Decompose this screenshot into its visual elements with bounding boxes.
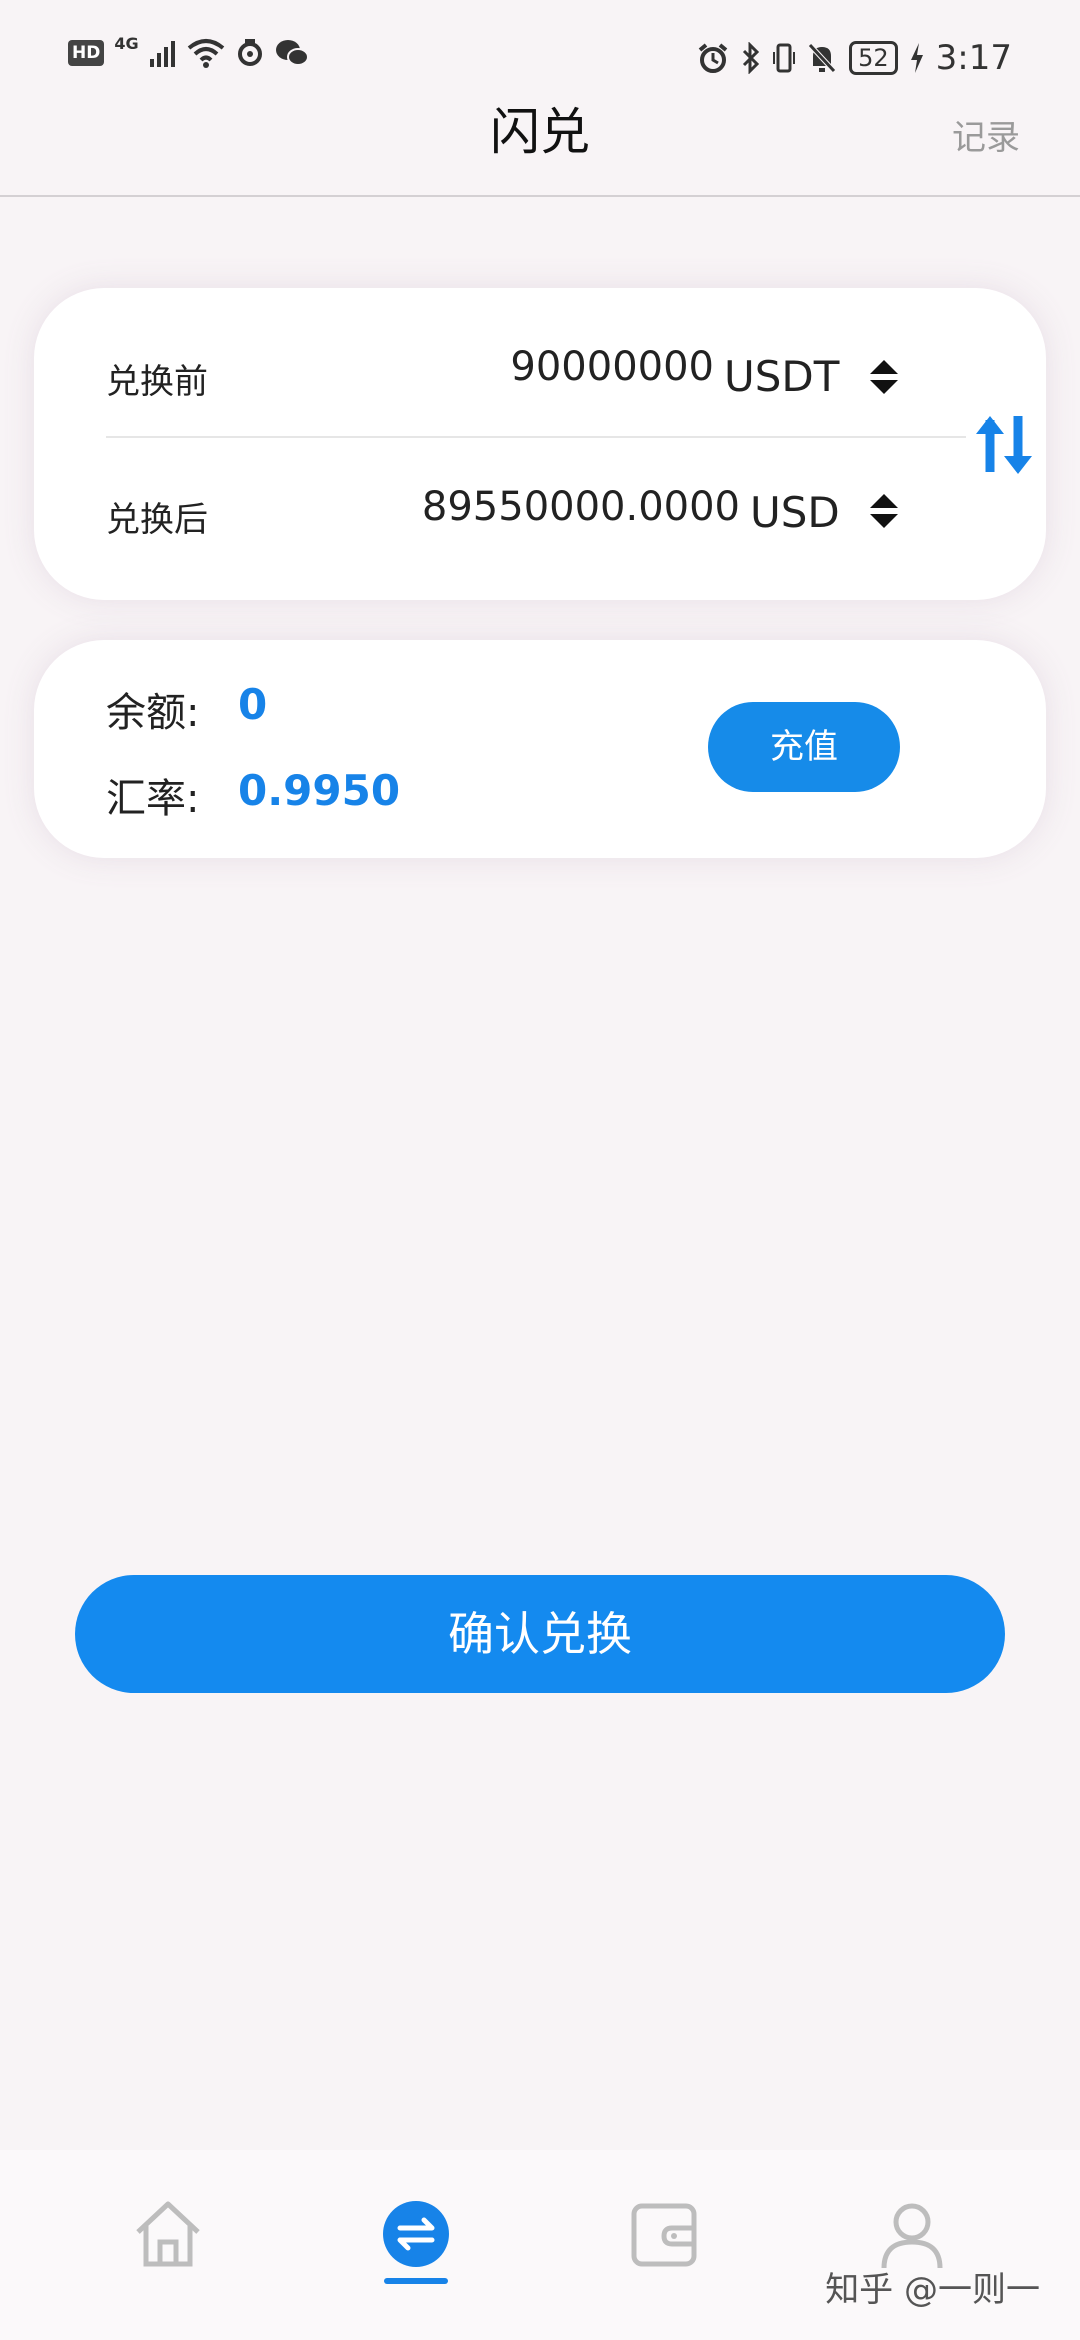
before-label: 兑换前 [106,362,208,402]
confirm-exchange-button[interactable]: 确认兑换 [75,1575,1005,1693]
charging-icon [910,43,923,73]
before-currency-select[interactable]: USDT [724,352,839,401]
bluetooth-icon [743,42,760,74]
after-label: 兑换后 [106,500,208,540]
vibrate-icon [773,43,796,73]
rate-value: 0.9950 [238,766,401,815]
network-type: 4G [114,33,139,53]
after-currency-sort-icon[interactable] [870,494,898,528]
balance-label: 余额: [106,690,200,736]
before-currency-sort-icon[interactable] [870,360,898,394]
row-divider [106,436,966,438]
wallet-icon [631,2203,697,2267]
before-amount-input[interactable]: 90000000 [414,344,714,390]
status-right: 52 3:17 [697,38,1012,78]
balance-value: 0 [238,680,268,729]
hd-icon: HD [68,40,105,66]
rate-label: 汇率: [106,776,200,822]
status-bar: HD 4G 52 3:17 [0,0,1080,110]
battery-icon: 52 [849,41,898,75]
app-header: 闪兑 记录 [0,100,1080,197]
clock: 3:17 [935,38,1012,78]
nav-home[interactable] [128,2194,208,2274]
active-tab-indicator [384,2278,448,2284]
bottom-nav [0,2150,1080,2340]
home-icon [136,2201,200,2267]
mute-bell-icon [808,43,836,73]
after-currency-select[interactable]: USD [750,488,840,537]
page-title: 闪兑 [490,103,590,161]
swap-vertical-icon[interactable] [960,406,1050,486]
watermark: 知乎 @一则一 [825,2270,1040,2310]
recharge-button[interactable]: 充值 [708,702,900,792]
records-link[interactable]: 记录 [952,110,1020,159]
alarm-icon [698,43,728,73]
sync-icon [237,39,262,66]
wechat-icon [275,40,309,66]
signal-icon [149,41,175,67]
wifi-icon [187,39,224,68]
balance-card: 余额: 0 汇率: 0.9950 充值 [34,640,1046,858]
nav-wallet[interactable] [624,2194,704,2274]
nav-exchange[interactable] [376,2194,456,2274]
after-amount-value: 89550000.0000 [421,484,740,530]
status-left: HD 4G [68,34,309,68]
exchange-icon [383,2201,449,2267]
exchange-card: 兑换前 90000000 USDT 兑换后 89550000.0000 USD [34,288,1046,600]
